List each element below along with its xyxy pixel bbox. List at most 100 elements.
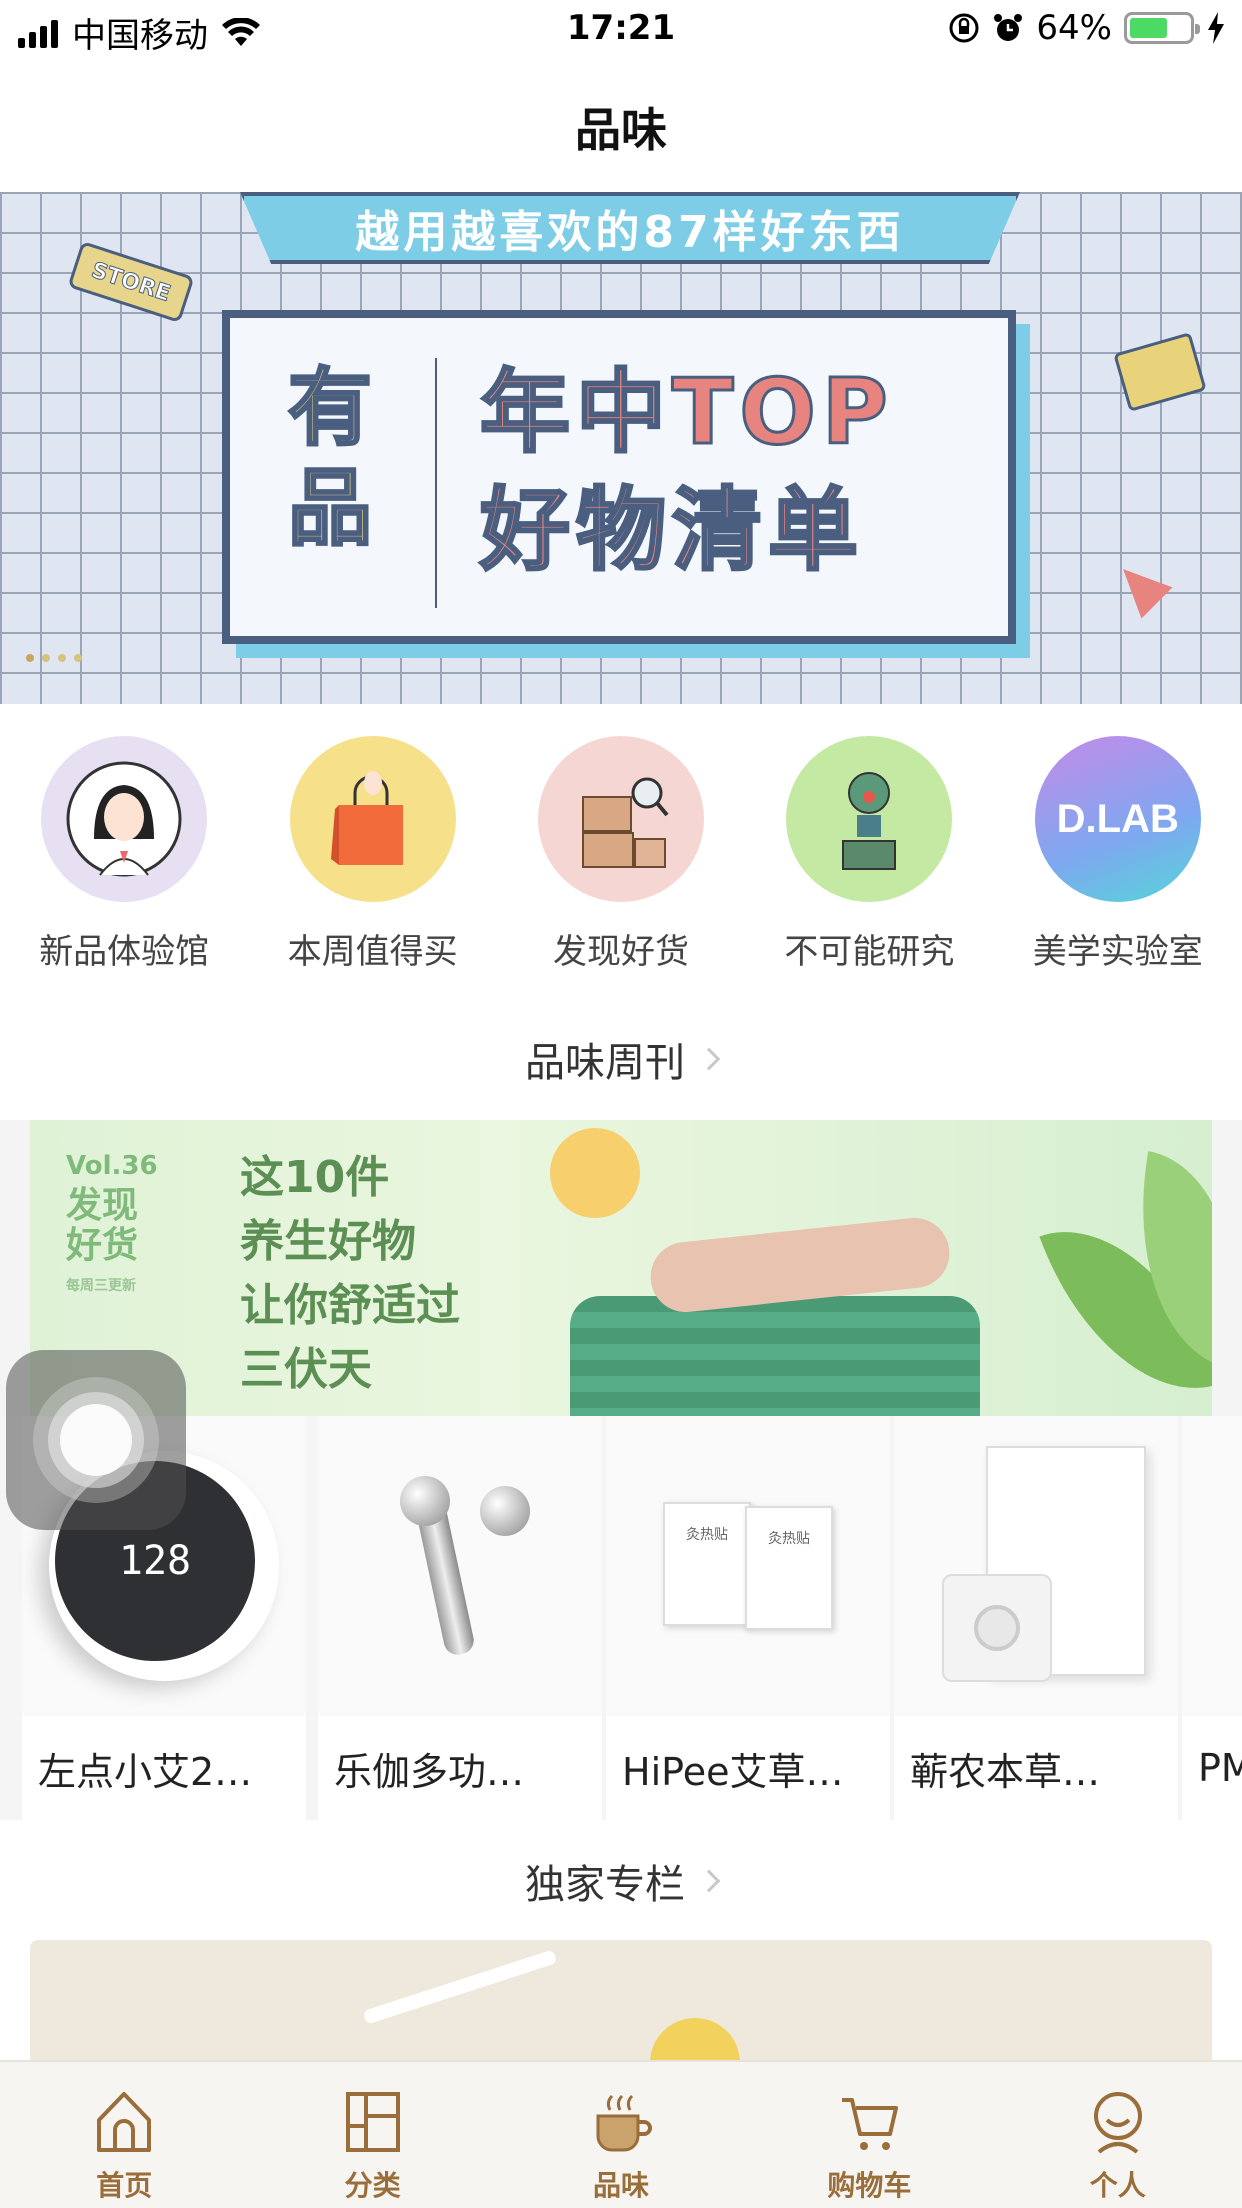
category-aesthetics-lab[interactable]: D.LAB 美学实验室 xyxy=(994,736,1242,976)
chevron-right-icon xyxy=(697,1869,721,1893)
hero-right-text-1: 年中TOP xyxy=(479,359,894,467)
charging-icon xyxy=(1208,12,1224,44)
carousel-dots xyxy=(26,654,82,662)
tab-bar: 首页 分类 品味 购物车 个人 xyxy=(0,2060,1242,2208)
product-name: 蕲农本草… xyxy=(910,1749,1101,1794)
moxa-patch-icon: 灸热贴 灸热贴 xyxy=(663,1502,833,1630)
product-name: HiPee艾草… xyxy=(622,1749,844,1794)
patch-pack: 灸热贴 xyxy=(663,1502,751,1626)
face-roller-icon xyxy=(390,1476,530,1658)
tab-profile[interactable]: 个人 xyxy=(994,2062,1242,2208)
battery-level xyxy=(1130,18,1168,38)
tab-taste[interactable]: 品味 xyxy=(497,2062,745,2208)
page: 中国移动 17:21 64% 品味 STORE 越用越喜欢的87样好东西 有 品… xyxy=(0,0,1242,2208)
carousel-dot[interactable] xyxy=(26,654,34,662)
carousel-dot[interactable] xyxy=(58,654,66,662)
weekly-section-header[interactable]: 品味周刊 xyxy=(0,1024,1242,1094)
vol-subtitle: 每周三更新 xyxy=(66,1278,136,1294)
carousel-dot[interactable] xyxy=(42,654,50,662)
girl-avatar-icon xyxy=(41,736,208,902)
home-icon xyxy=(97,2092,152,2152)
product-image xyxy=(894,1416,1178,1716)
tab-label: 个人 xyxy=(1089,2169,1146,2202)
store-sign-icon: STORE xyxy=(67,240,195,324)
hero-board: 有 品 年中TOP 好物清单 xyxy=(222,310,1016,644)
category-weekly-deals[interactable]: 本周值得买 xyxy=(248,736,496,976)
hero-left-text-1: 有 xyxy=(287,358,374,459)
vol-badge: Vol.36 发现 好货 每周三更新 xyxy=(66,1146,166,1306)
exclusive-section-title: 独家专栏 xyxy=(525,1862,685,1908)
straw-illustration xyxy=(362,1949,558,2025)
category-research[interactable]: 不可能研究 xyxy=(745,736,993,976)
alarm-icon xyxy=(994,14,1023,41)
carousel-dot[interactable] xyxy=(74,654,82,662)
dlab-logo-text: D.LAB xyxy=(1056,796,1179,841)
product-name: 乐伽多功… xyxy=(334,1749,525,1794)
vol-title-1: 发现 xyxy=(66,1185,139,1226)
product-card[interactable]: 蕲农本草… xyxy=(894,1416,1178,1820)
status-right: 64% xyxy=(948,8,1226,48)
category-label: 美学实验室 xyxy=(1032,932,1203,972)
weekly-headline: 这10件 养生好物 让你舒适过 三伏天 xyxy=(240,1146,460,1402)
vol-title-2: 好货 xyxy=(66,1225,139,1266)
weekly-headline-4: 三伏天 xyxy=(240,1344,372,1395)
category-row: 新品体验馆 本周值得买 发现好货 不可能研究 D.LAB 美学实验室 xyxy=(0,736,1242,976)
weekly-headline-2: 养生好物 xyxy=(240,1216,416,1267)
category-discover[interactable]: 发现好货 xyxy=(497,736,745,976)
hero-ribbon: 越用越喜欢的87样好东西 xyxy=(240,192,1020,264)
tab-cart[interactable]: 购物车 xyxy=(745,2062,993,2208)
tab-label: 首页 xyxy=(96,2169,153,2202)
category-label: 不可能研究 xyxy=(784,932,955,972)
status-bar: 中国移动 17:21 64% xyxy=(0,0,1242,62)
rotation-lock-icon xyxy=(949,13,979,43)
chevron-right-icon xyxy=(697,1047,721,1071)
roller-ball xyxy=(400,1476,450,1526)
folder-icon xyxy=(1113,332,1207,412)
category-icon xyxy=(345,2092,400,2152)
product-card[interactable]: 灸热贴 灸热贴 HiPee艾草… xyxy=(606,1416,890,1820)
product-image: 灸热贴 灸热贴 xyxy=(606,1416,890,1716)
coffee-cup-icon xyxy=(596,2094,652,2152)
cursor-icon xyxy=(1107,553,1173,619)
hero-left-text: 有 品 xyxy=(287,358,378,559)
assistive-touch-button[interactable] xyxy=(6,1350,186,1530)
product-carousel[interactable]: 128 左点小艾2… 乐伽多功… 灸热贴 灸热贴 HiPee艾草… 蕲农本草… … xyxy=(0,1416,1242,1820)
weekly-banner[interactable]: Vol.36 发现 好货 每周三更新 这10件 养生好物 让你舒适过 三伏天 xyxy=(0,1120,1242,1416)
weekly-section-title: 品味周刊 xyxy=(525,1040,685,1086)
hero-left-text-2: 品 xyxy=(287,458,374,559)
patch-pack: 灸热贴 xyxy=(745,1506,833,1630)
product-card[interactable]: 乐伽多功… xyxy=(318,1416,602,1820)
lemon-illustration xyxy=(650,2018,740,2060)
hero-right-text-2: 好物清单 xyxy=(479,477,864,585)
exclusive-banner[interactable] xyxy=(30,1940,1212,2060)
hero-banner[interactable]: STORE 越用越喜欢的87样好东西 有 品 年中TOP 好物清单 xyxy=(0,192,1242,704)
category-label: 新品体验馆 xyxy=(39,932,210,972)
product-image xyxy=(1182,1416,1242,1716)
tab-home[interactable]: 首页 xyxy=(0,2062,248,2208)
weekly-headline-1: 这10件 xyxy=(240,1152,390,1203)
tab-label: 品味 xyxy=(592,2169,649,2202)
weekly-banner-image: Vol.36 发现 好货 每周三更新 这10件 养生好物 让你舒适过 三伏天 xyxy=(30,1120,1212,1416)
product-name: PM xyxy=(1198,1746,1242,1790)
product-image xyxy=(318,1416,602,1716)
sun-illustration xyxy=(550,1128,640,1218)
bed-illustration xyxy=(570,1296,980,1416)
weekly-headline-3: 让你舒适过 xyxy=(240,1280,460,1331)
dlab-logo-icon: D.LAB xyxy=(1034,736,1201,902)
shopping-bag-icon xyxy=(289,736,456,902)
hero-divider xyxy=(435,358,437,608)
robot-figure-icon xyxy=(786,736,953,902)
exclusive-section-header[interactable]: 独家专栏 xyxy=(0,1846,1242,1916)
battery-icon xyxy=(1124,12,1200,44)
category-label: 本周值得买 xyxy=(287,932,458,972)
profile-icon xyxy=(1093,2092,1142,2154)
category-new-products[interactable]: 新品体验馆 xyxy=(0,736,248,976)
hero-right-text: 年中TOP 好物清单 xyxy=(479,354,894,590)
product-name: 左点小艾2… xyxy=(38,1749,253,1794)
page-title: 品味 xyxy=(575,103,667,157)
product-card[interactable]: PM xyxy=(1182,1416,1242,1820)
roller-ball xyxy=(480,1486,530,1536)
herbal-box-icon xyxy=(926,1446,1146,1686)
cart-icon xyxy=(842,2098,899,2150)
tab-category[interactable]: 分类 xyxy=(248,2062,496,2208)
